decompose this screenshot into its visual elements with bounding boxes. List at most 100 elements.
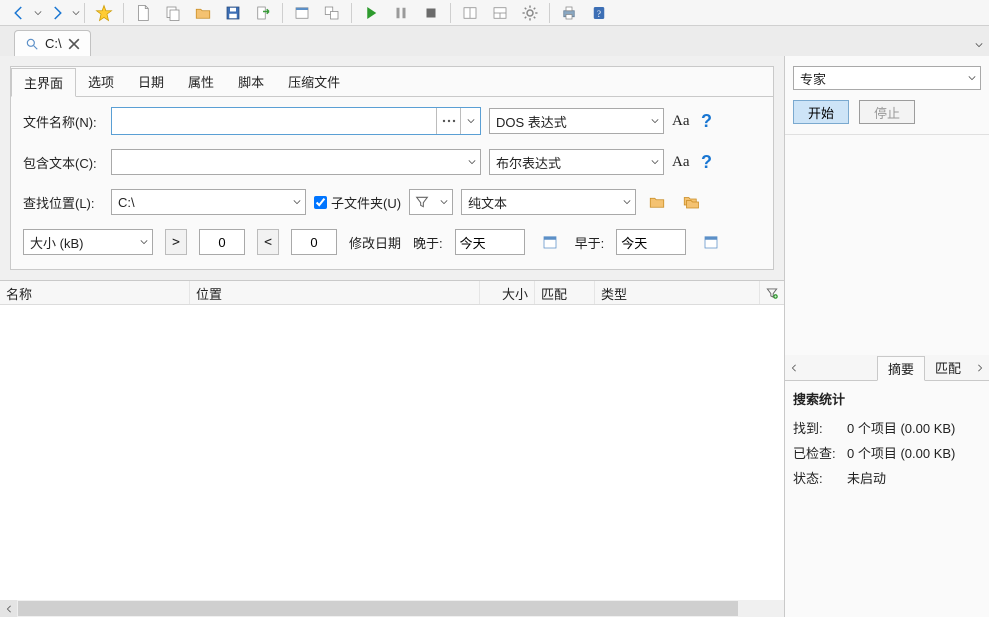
subfolders-checkbox[interactable] [314,196,327,209]
filename-expr-dropdown[interactable]: DOS 表达式 [489,108,664,134]
scroll-thumb[interactable] [18,601,738,616]
contains-case-toggle[interactable]: Aa [672,154,690,171]
help-book-icon: ? [590,4,608,22]
tab-summary[interactable]: 摘要 [877,356,925,381]
contains-combo[interactable] [111,149,481,175]
subfolders-checkbox-wrap[interactable]: 子文件夹(U) [314,193,401,212]
case-toggle[interactable]: Aa [672,113,690,130]
size-from-input[interactable] [199,229,245,255]
checked-key: 已检查: [793,443,839,462]
lookin-dropdown[interactable]: C:\ [111,189,306,215]
size-lt-button[interactable]: < [257,229,279,255]
folders-stack-icon [682,193,700,211]
contains-expr-dropdown[interactable]: 布尔表达式 [489,149,664,175]
filename-history-dropdown[interactable] [460,108,480,134]
results-hscrollbar[interactable] [0,600,784,617]
after-calendar-button[interactable] [537,229,563,255]
filename-input[interactable] [112,108,436,134]
window-icon [293,4,311,22]
path-tab[interactable]: C:\ [14,30,91,56]
export-button[interactable] [248,1,278,25]
after-input[interactable] [455,229,525,255]
chevron-down-icon [623,198,631,206]
subfolders-label: 子文件夹(U) [331,193,401,212]
contains-expr-value: 布尔表达式 [496,153,561,172]
stop-toolbar-button[interactable] [416,1,446,25]
col-type[interactable]: 类型 [595,281,760,304]
favorite-button[interactable] [89,1,119,25]
arrow-left-icon [10,4,28,22]
tab-script[interactable]: 脚本 [226,68,276,97]
filename-browse-button[interactable] [436,108,460,134]
print-button[interactable] [554,1,584,25]
pause-button[interactable] [386,1,416,25]
stop-button: 停止 [859,100,915,124]
tab-attrs[interactable]: 属性 [176,68,226,97]
window-tile1-button[interactable] [287,1,317,25]
column-filter-button[interactable] [760,281,784,304]
calendar-icon [541,233,559,251]
results-body[interactable] [0,305,784,600]
col-location[interactable]: 位置 [190,281,480,304]
filename-label: 文件名称(N): [23,112,103,131]
copy-button[interactable] [158,1,188,25]
star-icon [95,4,113,22]
path-tabstrip: C:\ [0,26,989,56]
printer-icon [560,4,578,22]
tab-archives[interactable]: 压缩文件 [276,68,352,97]
col-matches[interactable]: 匹配 [535,281,595,304]
scroll-left-button[interactable] [0,600,17,617]
size-to-input[interactable] [291,229,337,255]
new-doc-button[interactable] [128,1,158,25]
col-name[interactable]: 名称 [0,281,190,304]
contains-input[interactable] [118,155,464,170]
size-gt-button[interactable]: > [165,229,187,255]
tab-main[interactable]: 主界面 [11,68,76,97]
window-tile2-button[interactable] [317,1,347,25]
chevron-down-icon [651,117,659,125]
filename-combo [111,107,481,135]
found-key: 找到: [793,418,839,437]
chevron-down-icon [140,238,148,246]
chevron-down-icon[interactable] [34,9,42,17]
chevron-down-icon[interactable] [72,9,80,17]
modified-label: 修改日期 [349,233,401,252]
tab-match[interactable]: 匹配 [925,356,971,379]
textmode-dropdown[interactable]: 纯文本 [461,189,636,215]
side-panel: 专家 开始 停止 摘要 匹配 搜索统计 找到: 0 个项目 (0 [784,56,989,617]
layout2-button[interactable] [485,1,515,25]
run-button[interactable] [356,1,386,25]
mode-dropdown[interactable]: 专家 [793,66,981,90]
open-folder-button[interactable] [188,1,218,25]
tab-date[interactable]: 日期 [126,68,176,97]
contains-help-button[interactable]: ? [698,152,716,173]
tab-overflow-button[interactable] [975,37,983,52]
filter-dropdown[interactable] [409,189,453,215]
tab-options[interactable]: 选项 [76,68,126,97]
browse-folder-button[interactable] [644,189,670,215]
layout1-button[interactable] [455,1,485,25]
layout-icon [461,4,479,22]
chevron-right-icon [976,364,984,372]
state-key: 状态: [793,468,839,487]
summary-tabs-next[interactable] [971,364,989,372]
export-icon [254,4,272,22]
nav-back-button[interactable] [4,1,34,25]
before-calendar-button[interactable] [698,229,724,255]
start-button[interactable]: 开始 [793,100,849,124]
nav-forward-button[interactable] [42,1,72,25]
col-size[interactable]: 大小 [480,281,535,304]
filename-help-button[interactable]: ? [698,111,716,132]
size-unit-dropdown[interactable]: 大小 (kB) [23,229,153,255]
settings-button[interactable] [515,1,545,25]
summary-tabs-prev[interactable] [785,364,803,372]
help-button[interactable]: ? [584,1,614,25]
path-settings-button[interactable] [678,189,704,215]
file-icon [134,4,152,22]
save-button[interactable] [218,1,248,25]
close-tab-button[interactable] [68,38,80,50]
chevron-left-icon [790,364,798,372]
funnel-icon [414,194,430,210]
criteria-panel: 主界面 选项 日期 属性 脚本 压缩文件 文件名称(N): [10,66,774,270]
before-input[interactable] [616,229,686,255]
